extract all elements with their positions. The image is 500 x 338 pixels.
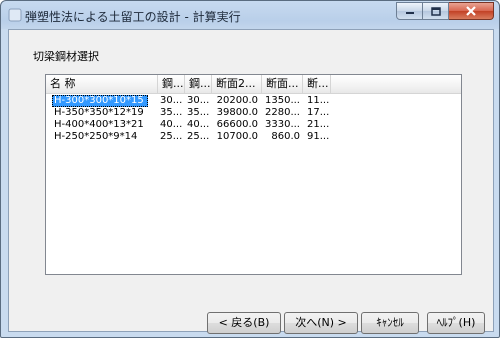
listview-header: 名 称 鋼... 鋼... 断面2... 断面... 断... [46,75,461,94]
column-header-4[interactable]: 断面2... [212,75,262,93]
window-title: 弾塑性法による土留工の設計 - 計算実行 [25,10,241,24]
row-cell: 35... [160,107,183,118]
minimize-icon [405,12,414,14]
row-cell: 35... [187,107,210,118]
dialog-window: 弾塑性法による土留工の設計 - 計算実行 切梁鋼材選択 名 称 鋼... 鋼..… [0,0,500,338]
row-cell: 3330... [265,119,300,130]
row-cell: 20200.0 [216,95,258,106]
row-cell: 2280... [265,107,300,118]
next-button[interactable]: 次へ(N) > [284,312,358,334]
caption-buttons [396,2,494,21]
row-cell: 11... [307,95,330,106]
row-cell: 17... [307,107,330,118]
row-cell: 21... [307,119,330,130]
column-header-3[interactable]: 鋼... [185,75,212,93]
row-cell-name: H-350*350*12*19 [54,107,144,118]
title-bar[interactable]: 弾塑性法による土留工の設計 - 計算実行 [1,1,499,29]
column-header-name[interactable]: 名 称 [46,75,158,93]
row-cell: 1350... [265,95,300,106]
close-button[interactable] [449,2,494,20]
table-row[interactable]: H-300*300*10*15 30... 30... 20200.0 1350… [46,95,461,107]
row-cell: 39800.0 [216,107,258,118]
row-cell: 10700.0 [216,131,258,142]
row-cell: 40... [160,119,183,130]
column-header-2[interactable]: 鋼... [158,75,185,93]
row-cell: 30... [187,95,210,106]
row-cell: 860.0 [271,131,300,142]
minimize-button[interactable] [396,2,423,20]
close-icon [466,6,476,16]
group-label: 切梁鋼材選択 [33,50,99,63]
row-cell: 30... [160,95,183,106]
row-cell: 40... [187,119,210,130]
app-icon [8,8,22,22]
row-cell: 66600.0 [216,119,258,130]
column-header-5[interactable]: 断面... [262,75,303,93]
row-cell: 91... [307,131,330,142]
table-row[interactable]: H-250*250*9*14 25... 25... 10700.0 860.0… [46,131,461,143]
column-header-6[interactable]: 断... [303,75,331,93]
dialog-client-area: 切梁鋼材選択 名 称 鋼... 鋼... 断面2... 断面... 断... H… [8,29,494,334]
row-cell-name: H-250*250*9*14 [54,131,138,142]
row-cell: 25... [187,131,210,142]
maximize-button[interactable] [423,2,449,20]
help-button[interactable]: ﾍﾙﾌﾟ(H) [427,312,485,334]
table-row[interactable]: H-400*400*13*21 40... 40... 66600.0 3330… [46,119,461,131]
material-listview[interactable]: 名 称 鋼... 鋼... 断面2... 断面... 断... H-300*30… [45,74,462,275]
row-cell: 25... [160,131,183,142]
row-cell-name: H-400*400*13*21 [54,119,144,130]
back-button[interactable]: < 戻る(B) [207,312,281,334]
cancel-button[interactable]: ｷｬﾝｾﾙ [361,312,419,334]
table-row[interactable]: H-350*350*12*19 35... 35... 39800.0 2280… [46,107,461,119]
row-cell-name: H-300*300*10*15 [52,95,148,107]
maximize-icon [430,6,441,16]
